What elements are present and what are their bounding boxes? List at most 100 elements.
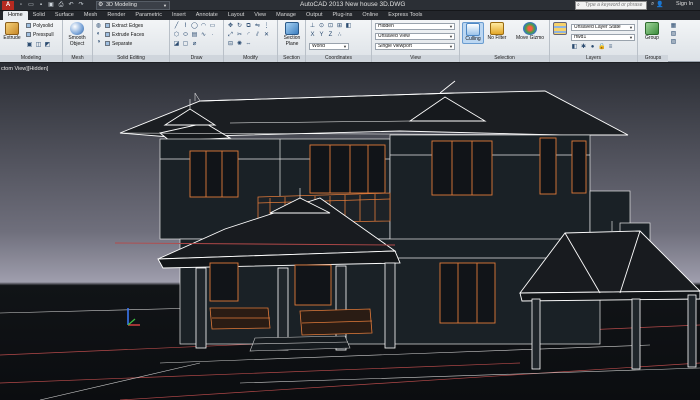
explode-icon[interactable]: ✺: [236, 41, 243, 48]
panel-title-modify[interactable]: Modify: [224, 55, 277, 62]
application-menu-button[interactable]: A: [2, 1, 14, 10]
redo-icon[interactable]: ↷: [77, 1, 85, 9]
extract-edges-button[interactable]: Extract Edges: [105, 23, 143, 30]
region-icon[interactable]: ◪: [173, 41, 180, 48]
ellipse-icon[interactable]: ⬭: [182, 32, 189, 39]
move-gizmo-button[interactable]: Move Gizmo: [515, 22, 545, 42]
tab-online[interactable]: Online: [357, 11, 383, 20]
offset-icon[interactable]: ⫽: [254, 32, 261, 39]
viewport-label[interactable]: ctom View][Hidden]: [1, 66, 48, 72]
extrude-faces-button[interactable]: Extrude Faces: [105, 32, 144, 39]
tab-plug-ins[interactable]: Plug-ins: [328, 11, 358, 20]
intersect-icon[interactable]: ◑: [95, 39, 102, 46]
layer-freeze-icon[interactable]: ✱: [580, 44, 587, 51]
align-icon[interactable]: ⊟: [227, 41, 234, 48]
array-icon[interactable]: ⋮: [263, 23, 270, 30]
scale-icon[interactable]: ⤢: [227, 32, 234, 39]
circle-icon[interactable]: ◯: [191, 23, 198, 30]
layer-select[interactable]: rfwd1 ▼: [571, 34, 635, 41]
polysolid-button[interactable]: Polysolid: [26, 23, 53, 30]
layer-match-icon[interactable]: ≡: [607, 44, 614, 51]
layer-isolate-icon[interactable]: ◧: [571, 44, 578, 51]
tab-view[interactable]: View: [249, 11, 271, 20]
layer-state-select[interactable]: Unsaved Layer State ▼: [571, 24, 635, 31]
ungroup-icon[interactable]: ▦: [670, 23, 677, 30]
trim-icon[interactable]: ✂: [236, 32, 243, 39]
smooth-object-button[interactable]: Smooth Object: [66, 22, 88, 47]
fillet-icon[interactable]: ◜: [245, 32, 252, 39]
separate-button[interactable]: Separate: [105, 41, 132, 48]
panel-title-groups[interactable]: Groups: [638, 55, 668, 62]
panel-title-mesh[interactable]: Mesh: [63, 55, 92, 62]
panel-title-draw[interactable]: Draw: [170, 55, 223, 62]
rotate-icon[interactable]: ↻: [236, 23, 243, 30]
polyline-icon[interactable]: ⌇: [182, 23, 189, 30]
undo-icon[interactable]: ↶: [67, 1, 75, 9]
tab-insert[interactable]: Insert: [167, 11, 191, 20]
presspull-button[interactable]: Presspull: [26, 32, 54, 39]
saved-view-select[interactable]: Unsaved View ▼: [375, 33, 455, 40]
save-icon[interactable]: ▪: [37, 1, 45, 9]
group-select-icon[interactable]: ▨: [670, 39, 677, 46]
group-button[interactable]: Group: [641, 22, 663, 42]
layer-off-icon[interactable]: ●: [589, 44, 596, 51]
search-icon[interactable]: ⌕: [651, 1, 654, 8]
ucs-origin-icon[interactable]: ⊙: [318, 23, 325, 30]
drawing-viewport[interactable]: ctom View][Hidden]: [0, 63, 700, 400]
tab-layout[interactable]: Layout: [223, 11, 250, 20]
user-icon[interactable]: 👤: [656, 1, 663, 8]
section-plane-button[interactable]: Section Plane: [281, 22, 303, 47]
open-folder-icon[interactable]: ▭: [27, 1, 35, 9]
tab-annotate[interactable]: Annotate: [191, 11, 223, 20]
ucs-x-icon[interactable]: X: [309, 32, 316, 39]
tab-surface[interactable]: Surface: [50, 11, 79, 20]
ucs-y-icon[interactable]: Y: [318, 32, 325, 39]
panel-title-layers[interactable]: Layers: [550, 55, 637, 62]
tab-manage[interactable]: Manage: [271, 11, 301, 20]
line-icon[interactable]: ╱: [173, 23, 180, 30]
move-icon[interactable]: ✥: [227, 23, 234, 30]
polygon-icon[interactable]: ⬡: [173, 32, 180, 39]
new-file-icon[interactable]: ▫: [17, 1, 25, 9]
boundary-icon[interactable]: ▢: [182, 41, 189, 48]
spline-icon[interactable]: ∿: [200, 32, 207, 39]
extrude-button[interactable]: Extrude: [1, 22, 23, 42]
panel-title-view[interactable]: View: [372, 55, 459, 62]
panel-title-section[interactable]: Section: [278, 55, 305, 62]
tab-output[interactable]: Output: [301, 11, 328, 20]
tab-render[interactable]: Render: [102, 11, 130, 20]
search-input[interactable]: ⌕ Type a keyword or phrase: [575, 1, 647, 10]
panel-title-coordinates[interactable]: Coordinates: [306, 55, 371, 62]
panel-title-modeling[interactable]: Modeling: [0, 55, 62, 62]
hatch-icon[interactable]: ▤: [191, 32, 198, 39]
tab-express-tools[interactable]: Express Tools: [383, 11, 427, 20]
ucs-face-icon[interactable]: ◧: [345, 23, 352, 30]
panel-title-solid-editing[interactable]: Solid Editing: [93, 55, 169, 62]
tab-solid[interactable]: Solid: [28, 11, 50, 20]
rectangle-icon[interactable]: ▭: [209, 23, 216, 30]
ucs-icon[interactable]: ⊥: [309, 23, 316, 30]
helix-icon[interactable]: ⌀: [191, 41, 198, 48]
print-icon[interactable]: ⎙: [57, 1, 65, 9]
visual-style-select[interactable]: Hidden ▼: [375, 23, 455, 30]
viewport-config-select[interactable]: Single viewport ▼: [375, 43, 455, 50]
erase-icon[interactable]: ✕: [263, 32, 270, 39]
ucs-object-icon[interactable]: ⊞: [336, 23, 343, 30]
copy-icon[interactable]: ⧉: [245, 23, 252, 30]
workspace-switcher[interactable]: ⚙ 3D Modeling ▼: [96, 1, 170, 10]
tab-home[interactable]: Home: [3, 11, 28, 20]
stretch-icon[interactable]: ⇔: [245, 41, 252, 48]
subtract-icon[interactable]: ◐: [95, 31, 102, 38]
ucs-z-icon[interactable]: Z: [327, 32, 334, 39]
ucs-3point-icon[interactable]: ∴: [336, 32, 343, 39]
culling-button[interactable]: Culling: [462, 22, 484, 44]
mirror-icon[interactable]: ⇋: [254, 23, 261, 30]
arc-icon[interactable]: ◠: [200, 23, 207, 30]
tab-mesh[interactable]: Mesh: [79, 11, 102, 20]
box-icon[interactable]: ▣: [26, 42, 33, 49]
layer-properties-button[interactable]: [551, 22, 569, 36]
tab-parametric[interactable]: Parametric: [130, 11, 167, 20]
group-edit-icon[interactable]: ▧: [670, 31, 677, 38]
panel-title-selection[interactable]: Selection: [460, 55, 549, 62]
cylinder-icon[interactable]: ◫: [35, 42, 42, 49]
